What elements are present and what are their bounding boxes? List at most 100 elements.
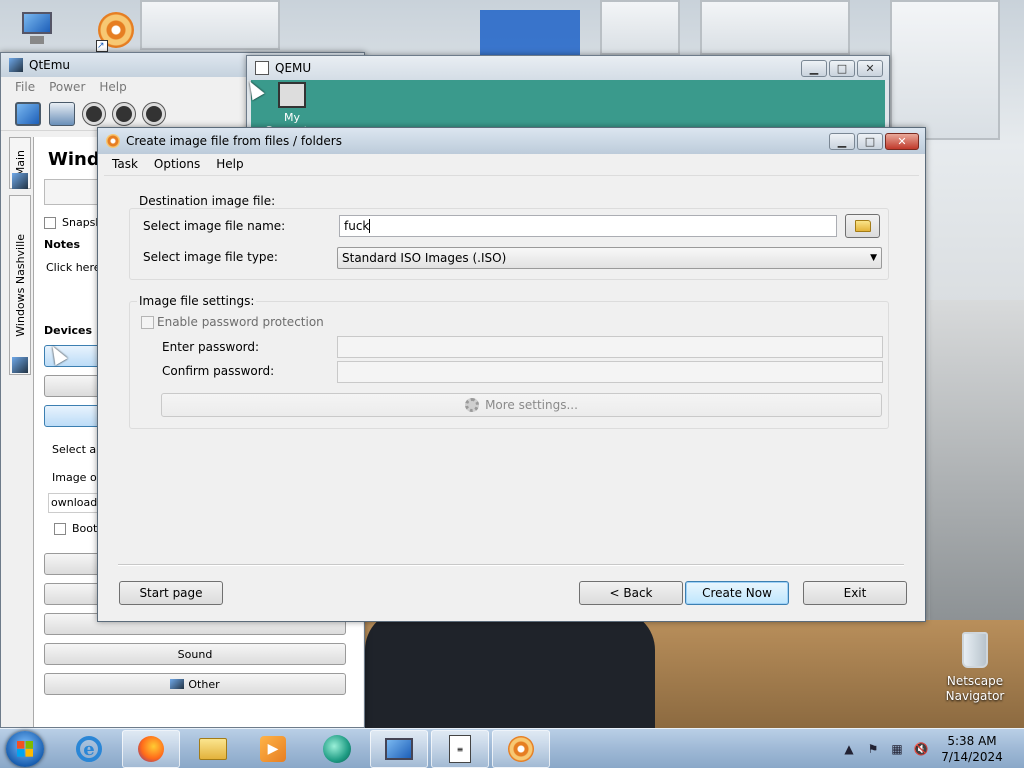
poweriso-icon bbox=[508, 736, 534, 762]
file-type-select[interactable]: Standard ISO Images (.ISO) ▼ bbox=[337, 247, 882, 269]
snapshot-checkbox[interactable] bbox=[44, 217, 56, 229]
dialog-title: Create image file from files / folders bbox=[126, 134, 342, 148]
more-settings-button[interactable]: More settings... bbox=[161, 393, 882, 417]
firefox-icon bbox=[138, 736, 164, 762]
start-button[interactable] bbox=[6, 731, 44, 767]
shortcut-arrow-icon: ↗ bbox=[96, 40, 108, 52]
qtemu-menu-file[interactable]: File bbox=[15, 80, 35, 94]
taskbar-internet-explorer[interactable]: e bbox=[60, 730, 118, 768]
clock-date: 7/14/2024 bbox=[941, 750, 1003, 764]
notes-heading: Notes bbox=[44, 238, 81, 251]
stop-icon[interactable] bbox=[143, 102, 165, 125]
qemu-title: QEMU bbox=[275, 61, 312, 75]
other-icon bbox=[170, 679, 185, 689]
recycle-bin-desktop-icon[interactable]: Netscape Navigator bbox=[940, 632, 1010, 704]
dialog-titlebar[interactable]: Create image file from files / folders ▁… bbox=[98, 128, 925, 154]
dialog-body: Destination image file: Select image fil… bbox=[104, 175, 919, 615]
settings-group-label: Image file settings: bbox=[137, 294, 257, 308]
back-label: < Back bbox=[609, 586, 653, 600]
file-name-label: Select image file name: bbox=[143, 219, 286, 233]
new-machine-icon[interactable] bbox=[15, 101, 41, 126]
dialog-maximize-button[interactable]: □ bbox=[857, 132, 883, 150]
taskbar: e ▶ ≡ ▲ ⚑ ▦ 🔇 5:38 AM 7/14/2024 bbox=[0, 728, 1024, 768]
back-button[interactable]: < Back bbox=[579, 581, 683, 605]
create-image-dialog: Create image file from files / folders ▁… bbox=[97, 127, 926, 622]
devices-heading: Devices bbox=[44, 324, 93, 337]
qemu-close-button[interactable]: ✕ bbox=[857, 59, 883, 77]
destination-group-label: Destination image file: bbox=[137, 194, 278, 208]
qtemu-app-icon bbox=[9, 58, 23, 72]
clock-time: 5:38 AM bbox=[947, 734, 997, 748]
boot-checkbox[interactable] bbox=[54, 523, 66, 535]
folder-icon bbox=[854, 220, 871, 232]
tab-main-icon bbox=[12, 173, 28, 189]
menu-task[interactable]: Task bbox=[104, 157, 146, 171]
qtemu-title: QtEmu bbox=[29, 58, 71, 72]
create-now-label: Create Now bbox=[702, 586, 772, 600]
qtemu-vertical-tabs: Main Windows Nashville bbox=[9, 137, 31, 377]
browse-button[interactable] bbox=[845, 214, 880, 238]
network-icon[interactable]: ▦ bbox=[890, 742, 904, 756]
media-player-icon: ▶ bbox=[260, 736, 286, 762]
action-center-flag-icon[interactable]: ⚑ bbox=[866, 742, 880, 756]
menu-help[interactable]: Help bbox=[208, 157, 251, 171]
image-text: Image or bbox=[52, 471, 102, 484]
exit-button[interactable]: Exit bbox=[803, 581, 907, 605]
system-tray: ▲ ⚑ ▦ 🔇 bbox=[842, 729, 928, 768]
other-button[interactable]: Other bbox=[44, 673, 346, 695]
taskbar-poweriso[interactable] bbox=[492, 730, 550, 768]
qtemu-menu-help[interactable]: Help bbox=[99, 80, 126, 94]
exit-label: Exit bbox=[843, 586, 867, 600]
file-name-value: fuck bbox=[344, 219, 371, 233]
dialog-close-button[interactable]: ✕ bbox=[885, 132, 919, 150]
tab-windows-nashville-label: Windows Nashville bbox=[13, 233, 27, 337]
qemu-minimize-button[interactable]: ▁ bbox=[801, 59, 827, 77]
taskbar-media-player[interactable]: ▶ bbox=[244, 730, 302, 768]
taskbar-browser[interactable] bbox=[308, 730, 366, 768]
boot-label: Boot bbox=[72, 522, 98, 535]
pause-icon[interactable] bbox=[113, 102, 135, 125]
file-type-value: Standard ISO Images (.ISO) bbox=[342, 251, 507, 265]
recycle-bin-icon bbox=[962, 632, 988, 668]
enter-password-label: Enter password: bbox=[162, 340, 260, 354]
enter-password-input[interactable] bbox=[337, 336, 883, 358]
dialog-minimize-button[interactable]: ▁ bbox=[829, 132, 855, 150]
file-name-input[interactable]: fuck bbox=[339, 215, 837, 237]
create-now-button[interactable]: Create Now bbox=[685, 581, 789, 605]
my-computer-icon bbox=[278, 82, 306, 108]
menu-options[interactable]: Options bbox=[146, 157, 208, 171]
machine-screenshot-box bbox=[44, 179, 104, 205]
chevron-down-icon: ▼ bbox=[870, 253, 877, 263]
taskbar-clock[interactable]: 5:38 AM 7/14/2024 bbox=[930, 733, 1014, 765]
dialog-menubar: Task Options Help bbox=[98, 154, 925, 174]
password-protection-label: Enable password protection bbox=[157, 315, 324, 329]
show-hidden-icons-icon[interactable]: ▲ bbox=[842, 742, 856, 756]
volume-muted-icon[interactable]: 🔇 bbox=[914, 742, 929, 756]
poweriso-desktop-icon[interactable]: ↗ bbox=[96, 12, 134, 52]
qtemu-menu-power[interactable]: Power bbox=[49, 80, 85, 94]
qemu-titlebar[interactable]: QEMU ▁ □ ✕ bbox=[247, 56, 889, 80]
taskbar-file-explorer[interactable] bbox=[184, 730, 242, 768]
gear-icon bbox=[465, 398, 480, 412]
monitor-icon bbox=[385, 738, 413, 760]
windows-logo-icon bbox=[17, 741, 33, 757]
taskbar-document[interactable]: ≡ bbox=[431, 730, 489, 768]
confirm-password-input[interactable] bbox=[337, 361, 883, 383]
start-page-label: Start page bbox=[139, 586, 203, 600]
tab-windows-nashville[interactable]: Windows Nashville bbox=[9, 195, 31, 375]
password-protection-checkbox[interactable] bbox=[141, 316, 154, 329]
power-icon[interactable] bbox=[83, 102, 105, 125]
taskbar-qemu[interactable] bbox=[370, 730, 428, 768]
start-page-button[interactable]: Start page bbox=[119, 581, 223, 605]
qemu-window: QEMU ▁ □ ✕ My Computer bbox=[246, 55, 890, 136]
settings-icon[interactable] bbox=[49, 101, 75, 126]
sound-label: Sound bbox=[177, 647, 213, 661]
recycle-bin-label: Netscape Navigator bbox=[945, 674, 1005, 703]
taskbar-firefox[interactable] bbox=[122, 730, 180, 768]
computer-desktop-icon[interactable] bbox=[18, 8, 58, 48]
folder-icon bbox=[199, 738, 227, 760]
qemu-maximize-button[interactable]: □ bbox=[829, 59, 855, 77]
qemu-app-icon bbox=[255, 61, 269, 75]
more-settings-label: More settings... bbox=[485, 398, 578, 412]
sound-button[interactable]: Sound bbox=[44, 643, 346, 665]
